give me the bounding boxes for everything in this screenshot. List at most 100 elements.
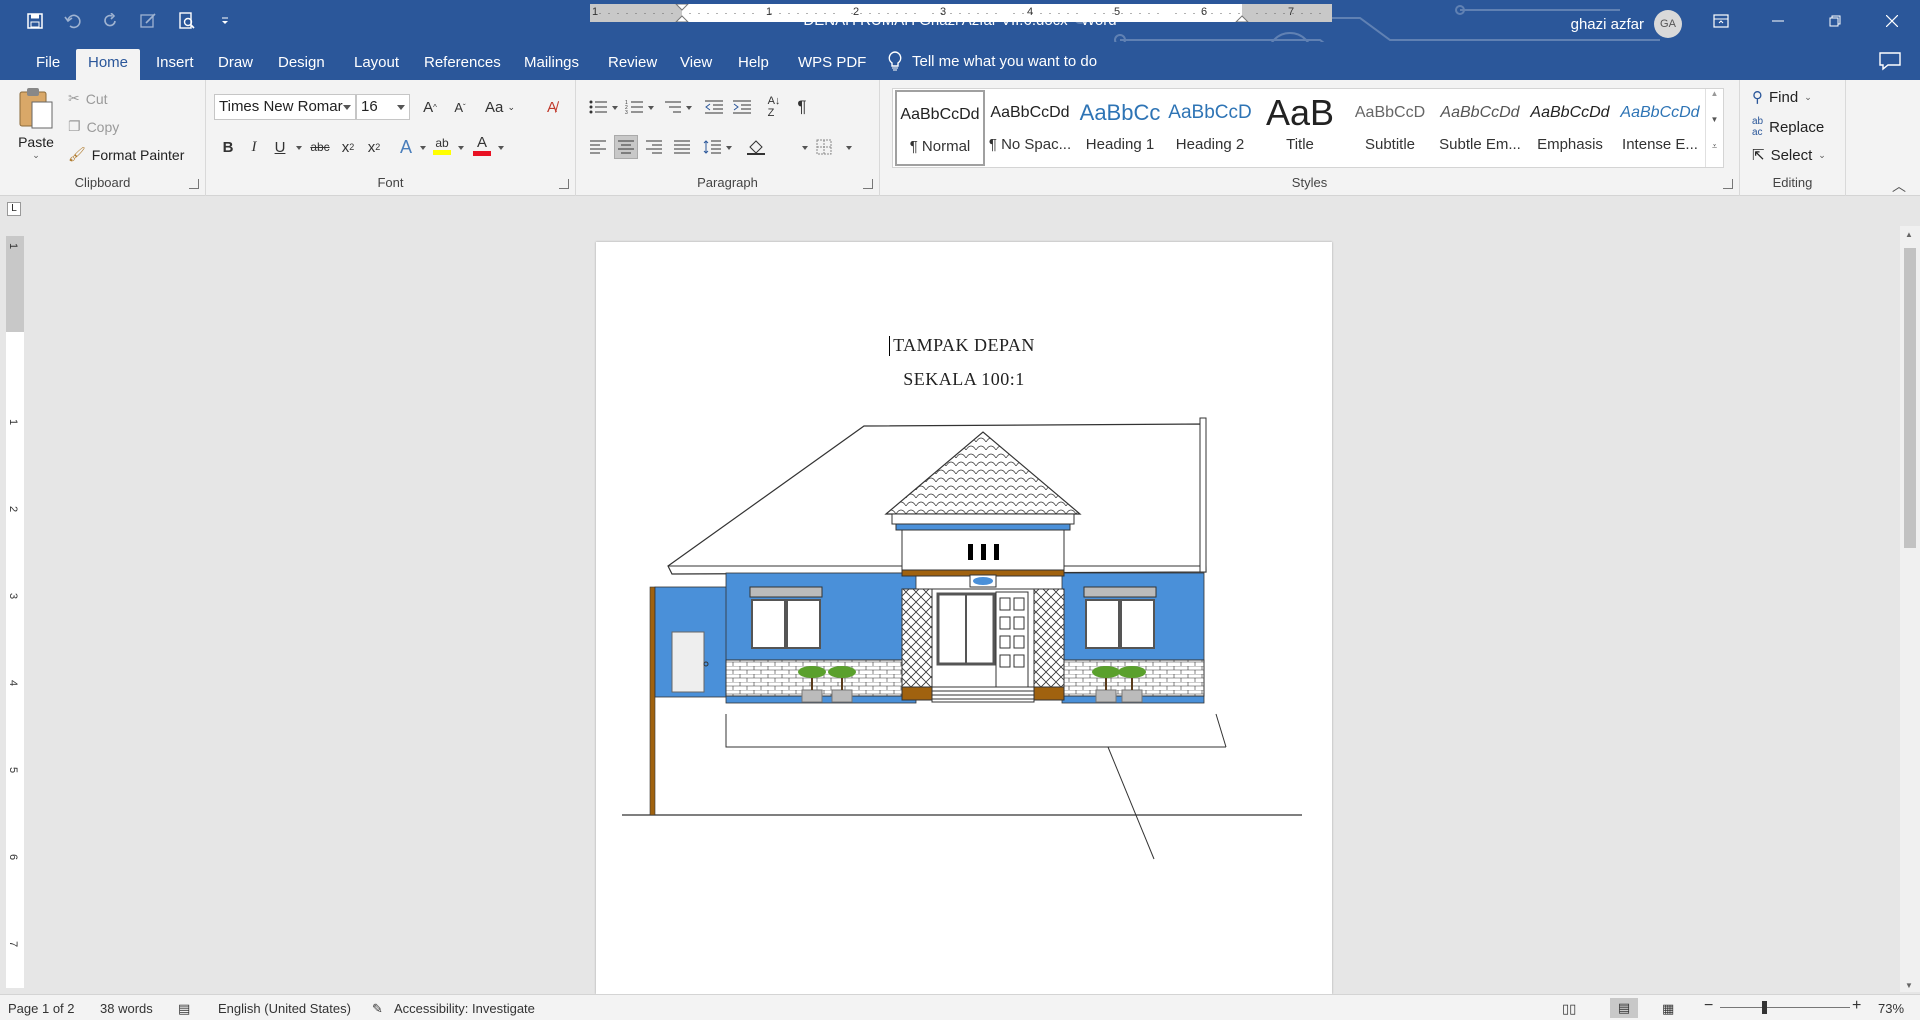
house-drawing[interactable] bbox=[596, 242, 1332, 994]
page-count[interactable]: Page 1 of 2 bbox=[8, 1001, 75, 1016]
zoom-slider[interactable] bbox=[1720, 1007, 1850, 1008]
text-effects-icon[interactable]: A bbox=[394, 135, 418, 159]
superscript-icon[interactable]: x2 bbox=[362, 135, 386, 159]
restore-icon[interactable] bbox=[1806, 0, 1863, 42]
tell-me-search[interactable]: Tell me what you want to do bbox=[888, 51, 1097, 71]
minimize-icon[interactable] bbox=[1749, 0, 1806, 42]
tab-home[interactable]: Home bbox=[76, 49, 141, 80]
ribbon-display-options-icon[interactable] bbox=[1692, 0, 1749, 42]
bullets-icon[interactable] bbox=[586, 95, 610, 119]
highlight-dropdown-icon[interactable] bbox=[458, 146, 464, 150]
underline-icon[interactable]: U bbox=[268, 135, 292, 159]
style-heading-1[interactable]: AaBbCc Heading 1 bbox=[1075, 90, 1165, 166]
shading-icon[interactable] bbox=[744, 135, 768, 159]
style-intense-emphasis[interactable]: AaBbCcDd Intense E... bbox=[1615, 90, 1705, 166]
tab-selector-icon[interactable]: L bbox=[7, 202, 21, 216]
tab-draw[interactable]: Draw bbox=[206, 49, 265, 80]
borders-icon[interactable] bbox=[812, 135, 836, 159]
tab-help[interactable]: Help bbox=[726, 49, 781, 80]
highlight-icon[interactable]: ab bbox=[430, 133, 454, 157]
font-size-combo[interactable]: 16 bbox=[356, 94, 410, 120]
find-button[interactable]: ⚲ Find ⌄ bbox=[1752, 88, 1812, 107]
clear-formatting-icon[interactable]: A̸ bbox=[540, 95, 564, 119]
tab-review[interactable]: Review bbox=[596, 49, 669, 80]
select-dropdown-icon[interactable]: ⌄ bbox=[1818, 150, 1826, 161]
document-page[interactable]: TAMPAK DEPAN SEKALA 100:1 bbox=[596, 242, 1332, 994]
multilevel-list-icon[interactable] bbox=[660, 95, 684, 119]
decrease-indent-icon[interactable] bbox=[702, 95, 726, 119]
scroll-up-icon[interactable]: ▲ bbox=[1706, 89, 1723, 115]
increase-indent-icon[interactable] bbox=[730, 95, 754, 119]
line-spacing-dropdown-icon[interactable] bbox=[726, 146, 732, 150]
numbering-dropdown-icon[interactable] bbox=[648, 106, 654, 110]
tab-references[interactable]: References bbox=[412, 49, 513, 80]
style-title[interactable]: AaB Title bbox=[1255, 90, 1345, 166]
scroll-down-icon[interactable]: ▼ bbox=[1706, 115, 1723, 141]
multilevel-dropdown-icon[interactable] bbox=[686, 106, 692, 110]
vertical-ruler[interactable]: 1 1 2 3 4 5 6 7 bbox=[6, 236, 24, 988]
tab-layout[interactable]: Layout bbox=[342, 49, 411, 80]
style-heading-2[interactable]: AaBbCcD Heading 2 bbox=[1165, 90, 1255, 166]
font-color-dropdown-icon[interactable] bbox=[498, 146, 504, 150]
find-dropdown-icon[interactable]: ⌄ bbox=[1804, 92, 1812, 103]
font-launcher-icon[interactable] bbox=[559, 179, 569, 189]
style-no-spacing[interactable]: AaBbCcDd ¶ No Spac... bbox=[985, 90, 1075, 166]
tab-file[interactable]: File bbox=[24, 49, 72, 80]
user-account[interactable]: ghazi azfar GA bbox=[1571, 10, 1682, 38]
paste-button[interactable]: Paste ⌄ bbox=[12, 86, 60, 161]
copy-button[interactable]: ❐ Copy bbox=[68, 118, 119, 135]
shrink-font-icon[interactable]: Aˇ bbox=[448, 95, 472, 119]
zoom-out-icon[interactable]: − bbox=[1704, 997, 1713, 1015]
tab-wps-pdf[interactable]: WPS PDF bbox=[786, 49, 878, 80]
select-button[interactable]: ⇱ Select ⌄ bbox=[1752, 146, 1826, 165]
language[interactable]: English (United States) bbox=[218, 1001, 351, 1016]
paste-dropdown-icon[interactable]: ⌄ bbox=[12, 150, 60, 161]
font-color-icon[interactable]: A bbox=[470, 133, 494, 157]
more-styles-icon[interactable]: ⩡ bbox=[1706, 141, 1723, 167]
borders-dropdown-icon[interactable] bbox=[846, 146, 852, 150]
scroll-up-arrow-icon[interactable]: ▲ bbox=[1905, 230, 1913, 239]
align-right-icon[interactable] bbox=[642, 135, 666, 159]
style-normal[interactable]: AaBbCcDd ¶ Normal bbox=[895, 90, 985, 166]
zoom-level[interactable]: 73% bbox=[1878, 1001, 1904, 1016]
show-formatting-marks-icon[interactable]: ¶ bbox=[790, 95, 814, 119]
horizontal-ruler[interactable]: 1 1 2 3 4 5 6 7 bbox=[590, 4, 1332, 22]
zoom-slider-thumb[interactable] bbox=[1762, 1001, 1767, 1014]
web-layout-icon[interactable]: ▦ bbox=[1662, 1001, 1674, 1017]
style-subtitle[interactable]: AaBbCcD Subtitle bbox=[1345, 90, 1435, 166]
styles-launcher-icon[interactable] bbox=[1723, 179, 1733, 189]
print-layout-icon[interactable]: ▤ bbox=[1610, 998, 1638, 1018]
sort-icon[interactable]: A↓ Z bbox=[762, 95, 786, 119]
text-effects-dropdown-icon[interactable] bbox=[420, 146, 426, 150]
align-center-icon[interactable] bbox=[614, 135, 638, 159]
italic-icon[interactable]: I bbox=[242, 135, 266, 159]
scroll-thumb[interactable] bbox=[1904, 248, 1916, 548]
vertical-scrollbar[interactable]: ▲ ▼ bbox=[1900, 226, 1920, 992]
word-count[interactable]: 38 words bbox=[100, 1001, 153, 1016]
styles-scroll[interactable]: ▲ ▼ ⩡ bbox=[1705, 89, 1723, 167]
tab-insert[interactable]: Insert bbox=[144, 49, 206, 80]
format-painter-button[interactable]: 🖌 Format Painter bbox=[68, 146, 184, 163]
tab-view[interactable]: View bbox=[668, 49, 724, 80]
zoom-in-icon[interactable]: + bbox=[1852, 997, 1861, 1015]
justify-icon[interactable] bbox=[670, 135, 694, 159]
change-case-button[interactable]: Aa ⌄ bbox=[482, 95, 518, 119]
avatar[interactable]: GA bbox=[1654, 10, 1682, 38]
bullets-dropdown-icon[interactable] bbox=[612, 106, 618, 110]
align-left-icon[interactable] bbox=[586, 135, 610, 159]
scroll-down-arrow-icon[interactable]: ▼ bbox=[1905, 981, 1913, 990]
close-icon[interactable] bbox=[1863, 0, 1920, 42]
underline-dropdown-icon[interactable] bbox=[296, 146, 302, 150]
grow-font-icon[interactable]: A ^ bbox=[418, 95, 442, 119]
shading-dropdown-icon[interactable] bbox=[802, 146, 808, 150]
comments-icon[interactable] bbox=[1878, 51, 1902, 71]
collapse-ribbon-icon[interactable]: ︿ bbox=[1892, 176, 1906, 196]
line-spacing-icon[interactable] bbox=[700, 135, 724, 159]
strikethrough-icon[interactable]: abc bbox=[308, 135, 332, 159]
replace-button[interactable]: ab ac Replace bbox=[1752, 116, 1824, 138]
proofing-icon[interactable]: ▤ bbox=[178, 1001, 190, 1017]
subscript-icon[interactable]: x2 bbox=[336, 135, 360, 159]
bold-icon[interactable]: B bbox=[216, 135, 240, 159]
numbering-icon[interactable]: 123 bbox=[622, 95, 646, 119]
tab-design[interactable]: Design bbox=[266, 49, 337, 80]
